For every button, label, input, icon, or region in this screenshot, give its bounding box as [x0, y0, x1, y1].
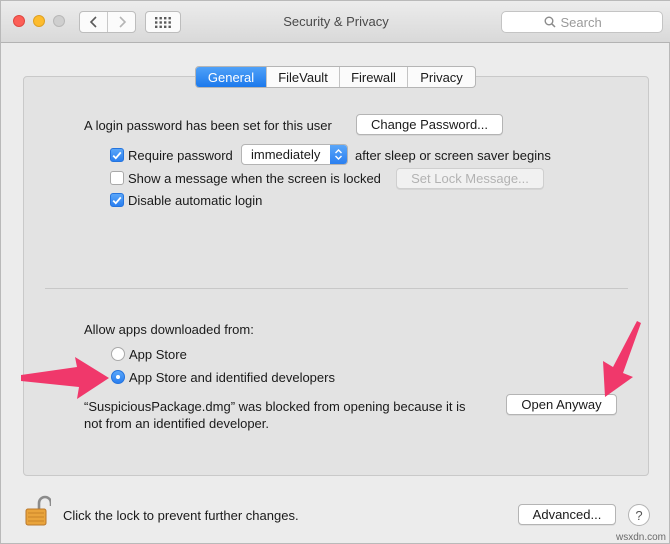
search-input[interactable]: [560, 14, 621, 30]
change-password-button[interactable]: Change Password...: [356, 114, 503, 135]
show-message-label: Show a message when the screen is locked: [128, 171, 381, 186]
section-divider: [45, 288, 628, 289]
checkmark-icon: [112, 196, 122, 205]
radio-app-store-label: App Store: [129, 347, 187, 362]
advanced-button[interactable]: Advanced...: [518, 504, 616, 525]
tab-firewall[interactable]: Firewall: [339, 67, 407, 87]
allow-apps-heading: Allow apps downloaded from:: [84, 322, 254, 337]
pink-arrow-icon: [21, 357, 109, 399]
login-password-text: A login password has been set for this u…: [84, 118, 332, 133]
require-password-after-text: after sleep or screen saver begins: [355, 148, 551, 163]
tab-filevault[interactable]: FileVault: [266, 67, 339, 87]
require-password-checkbox[interactable]: [110, 148, 124, 162]
disable-auto-login-label: Disable automatic login: [128, 193, 263, 208]
blocked-message-line2: not from an identified developer.: [84, 416, 270, 431]
updown-arrows-icon: [330, 145, 347, 164]
radio-app-store-identified-label: App Store and identified developers: [129, 370, 335, 385]
checkmark-icon: [112, 151, 122, 160]
search-field[interactable]: [501, 11, 663, 33]
title-bar: Security & Privacy: [1, 1, 670, 43]
pink-arrow-icon: [603, 321, 641, 397]
lock-text: Click the lock to prevent further change…: [63, 508, 299, 523]
radio-app-store[interactable]: [111, 347, 125, 361]
set-lock-message-button[interactable]: Set Lock Message...: [396, 168, 544, 189]
disable-auto-login-checkbox[interactable]: [110, 193, 124, 207]
search-icon: [544, 16, 556, 28]
help-button[interactable]: ?: [628, 504, 650, 526]
select-value: immediately: [251, 147, 321, 162]
tab-privacy[interactable]: Privacy: [407, 67, 475, 87]
tab-general[interactable]: General: [196, 67, 266, 87]
require-password-label: Require password: [128, 148, 233, 163]
lock-open-icon[interactable]: [25, 495, 53, 530]
show-message-checkbox[interactable]: [110, 171, 124, 185]
radio-app-store-identified[interactable]: [111, 370, 125, 384]
watermark: wsxdn.com: [616, 532, 667, 543]
tab-bar: General FileVault Firewall Privacy: [195, 66, 476, 88]
system-preferences-window: Security & Privacy General FileVault Fir…: [0, 0, 670, 544]
blocked-message-line1: “SuspiciousPackage.dmg” was blocked from…: [84, 399, 466, 414]
require-password-delay-select[interactable]: immediately: [241, 144, 348, 165]
